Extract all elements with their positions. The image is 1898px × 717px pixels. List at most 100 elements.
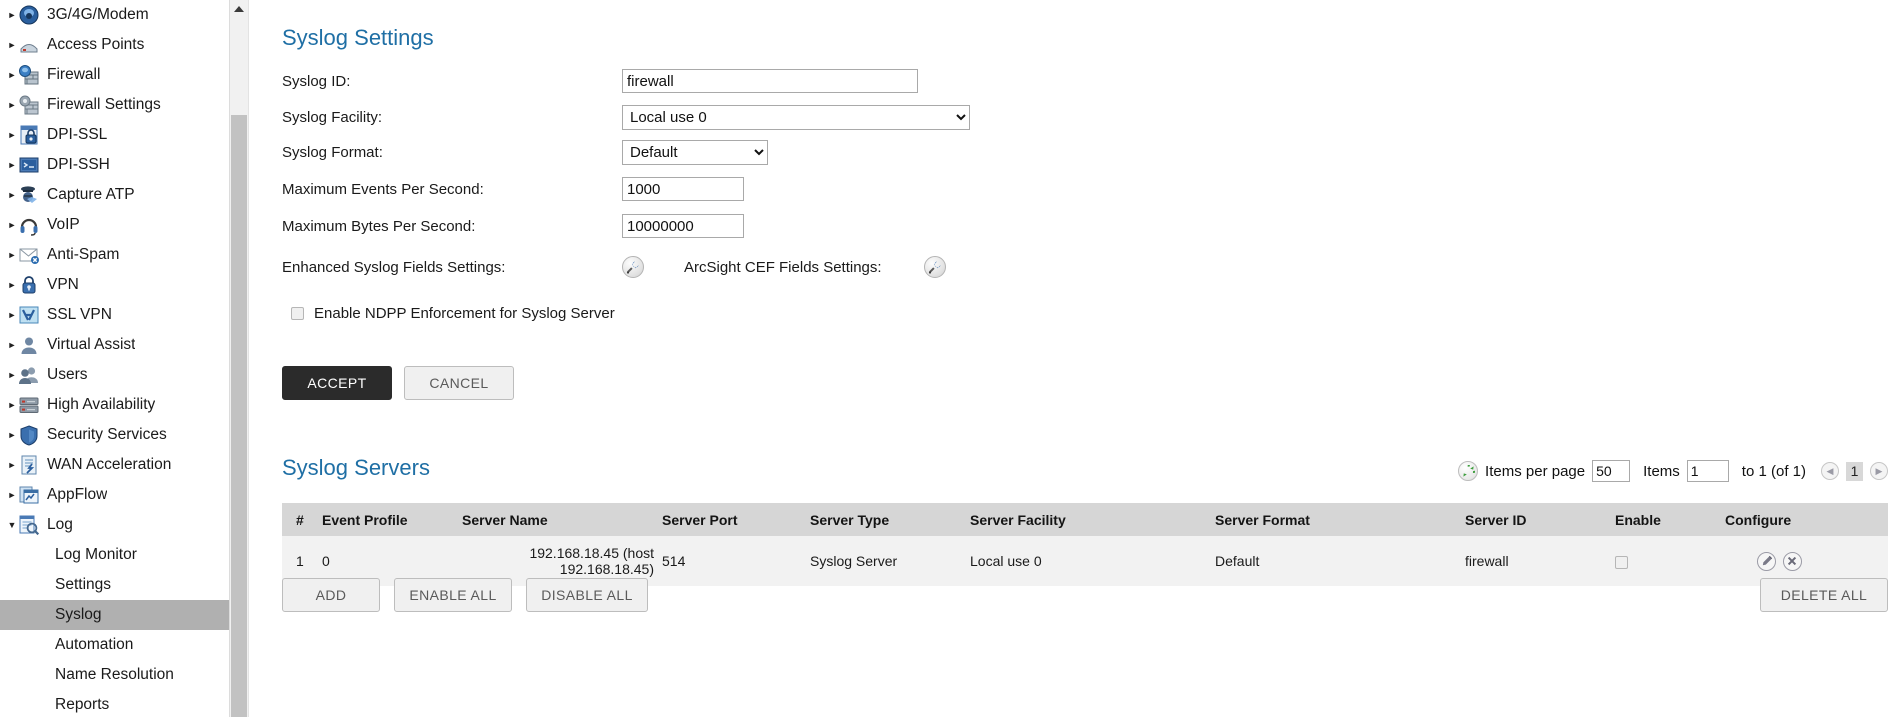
chevron-right-icon[interactable]: ► [6, 220, 18, 230]
chevron-right-icon[interactable]: ► [6, 280, 18, 290]
current-page-number[interactable]: 1 [1846, 461, 1863, 481]
voip-icon [18, 214, 40, 236]
column-header-server-port[interactable]: Server Port [662, 503, 810, 536]
log-icon [18, 514, 40, 536]
sidebar-subitem-automation[interactable]: Automation [0, 630, 230, 660]
column-header-server-name[interactable]: Server Name [462, 503, 662, 536]
row-enable-checkbox[interactable] [1615, 555, 1628, 569]
enable-all-button[interactable]: ENABLE ALL [394, 578, 512, 612]
dpi-ssl-icon [18, 124, 40, 146]
accept-button[interactable]: ACCEPT [282, 366, 392, 400]
add-button[interactable]: ADD [282, 578, 380, 612]
ndpp-enforcement-label: Enable NDPP Enforcement for Syslog Serve… [314, 304, 615, 322]
items-start-input[interactable] [1686, 460, 1729, 482]
firewall-settings-icon [18, 94, 40, 116]
high-availability-icon [18, 394, 40, 416]
sidebar-item-dpi-ssl[interactable]: ► DPI-SSL [0, 120, 230, 150]
scrollbar-thumb[interactable] [231, 115, 247, 717]
sidebar-subitem-settings[interactable]: Settings [0, 570, 230, 600]
enhanced-syslog-fields-label: Enhanced Syslog Fields Settings: [282, 258, 506, 276]
previous-page-button[interactable]: ◀ [1821, 462, 1839, 480]
sidebar-subitem-log-monitor[interactable]: Log Monitor [0, 540, 230, 570]
sidebar-item-wan-acceleration[interactable]: ► WAN Acceleration [0, 450, 230, 480]
sidebar-item-voip[interactable]: ► VoIP [0, 210, 230, 240]
sidebar-item-users[interactable]: ► Users [0, 360, 230, 390]
delete-x-icon[interactable] [1782, 551, 1802, 571]
ndpp-enforcement-row[interactable]: Enable NDPP Enforcement for Syslog Serve… [291, 300, 615, 326]
chevron-right-icon[interactable]: ► [6, 10, 18, 20]
sidebar-item-label: VoIP [47, 216, 80, 233]
max-bytes-input[interactable] [622, 214, 744, 238]
sidebar-item-appflow[interactable]: ► AppFlow [0, 480, 230, 510]
sidebar-item-vpn[interactable]: ► VPN [0, 270, 230, 300]
enhanced-syslog-fields-tool-icon[interactable] [622, 256, 644, 278]
max-events-label: Maximum Events Per Second: [282, 180, 484, 198]
items-range-label: to 1 (of 1) [1741, 462, 1806, 480]
virtual-assist-icon [18, 334, 40, 356]
chevron-right-icon[interactable]: ► [6, 340, 18, 350]
column-header-event-profile[interactable]: Event Profile [322, 503, 462, 536]
sidebar-item-label: Firewall Settings [47, 96, 161, 113]
page-title: Syslog Settings [282, 25, 434, 50]
syslog-id-input[interactable] [622, 69, 918, 93]
sidebar-item-access-points[interactable]: ► Access Points [0, 30, 230, 60]
chevron-right-icon[interactable]: ► [6, 100, 18, 110]
sidebar-subitem-name-resolution[interactable]: Name Resolution [0, 660, 230, 690]
chevron-right-icon[interactable]: ► [6, 70, 18, 80]
field-row-syslog-id: Syslog ID: [282, 68, 918, 94]
column-header-server-format[interactable]: Server Format [1215, 503, 1465, 536]
next-page-button[interactable]: ▶ [1870, 462, 1888, 480]
sidebar-item-security-services[interactable]: ► Security Services [0, 420, 230, 450]
sidebar-item-ssl-vpn[interactable]: ► SSL VPN [0, 300, 230, 330]
arcsight-cef-fields-label: ArcSight CEF Fields Settings: [684, 258, 882, 276]
chevron-right-icon[interactable]: ► [6, 40, 18, 50]
sidebar-subitem-label: Name Resolution [55, 666, 174, 683]
sidebar-item-firewall[interactable]: ► Firewall [0, 60, 230, 90]
sidebar-subitem-reports[interactable]: Reports [0, 690, 230, 717]
delete-all-button[interactable]: DELETE ALL [1760, 578, 1888, 612]
disable-all-button[interactable]: DISABLE ALL [526, 578, 648, 612]
column-header-server-type[interactable]: Server Type [810, 503, 970, 536]
sidebar-item-label: Anti-Spam [47, 246, 120, 263]
chevron-right-icon[interactable]: ► [6, 400, 18, 410]
column-header-server-id[interactable]: Server ID [1465, 503, 1615, 536]
max-events-input[interactable] [622, 177, 744, 201]
chevron-right-icon[interactable]: ► [6, 490, 18, 500]
chevron-right-icon[interactable]: ► [6, 460, 18, 470]
chevron-right-icon[interactable]: ► [6, 130, 18, 140]
edit-pencil-icon[interactable] [1757, 551, 1776, 571]
sidebar-item-dpi-ssh[interactable]: ► DPI-SSH [0, 150, 230, 180]
arcsight-cef-fields-tool-icon[interactable] [923, 256, 946, 278]
cancel-button[interactable]: CANCEL [404, 366, 514, 400]
column-header-enable[interactable]: Enable [1615, 503, 1725, 536]
sidebar-item-anti-spam[interactable]: ► Anti-Spam [0, 240, 230, 270]
sidebar-subitem-syslog[interactable]: Syslog [0, 600, 230, 630]
column-header-number[interactable]: # [282, 503, 322, 536]
pagination-controls: Items per page Items to 1 (of 1) ◀ 1 ▶ [1458, 460, 1888, 482]
syslog-format-select[interactable]: Default [622, 139, 768, 165]
refresh-icon[interactable] [1458, 461, 1479, 481]
sidebar-item-label: VPN [47, 276, 79, 293]
syslog-facility-select[interactable]: Local use 0 [622, 104, 970, 130]
chevron-right-icon[interactable]: ► [6, 370, 18, 380]
main-content: Syslog Settings Syslog ID: Syslog Facili… [249, 0, 1898, 717]
sidebar-item-high-availability[interactable]: ► High Availability [0, 390, 230, 420]
items-per-page-input[interactable] [1592, 460, 1631, 482]
chevron-right-icon[interactable]: ► [6, 430, 18, 440]
chevron-down-icon[interactable]: ▼ [6, 520, 18, 530]
chevron-right-icon[interactable]: ► [6, 190, 18, 200]
sidebar-item-modem[interactable]: ► 3G/4G/Modem [0, 0, 230, 30]
sidebar-item-capture-atp[interactable]: ► Capture ATP [0, 180, 230, 210]
sidebar-item-firewall-settings[interactable]: ► Firewall Settings [0, 90, 230, 120]
sidebar-item-log[interactable]: ▼ Log [0, 510, 230, 540]
chevron-right-icon[interactable]: ► [6, 160, 18, 170]
column-header-configure[interactable]: Configure [1725, 503, 1888, 536]
sidebar-scrollbar[interactable] [229, 0, 248, 717]
sidebar-item-label: Log [47, 516, 73, 533]
chevron-right-icon[interactable]: ► [6, 250, 18, 260]
ndpp-enforcement-checkbox[interactable] [291, 306, 304, 320]
chevron-right-icon[interactable]: ► [6, 310, 18, 320]
column-header-server-facility[interactable]: Server Facility [970, 503, 1215, 536]
scroll-up-arrow-icon[interactable] [230, 0, 248, 18]
sidebar-item-virtual-assist[interactable]: ► Virtual Assist [0, 330, 230, 360]
